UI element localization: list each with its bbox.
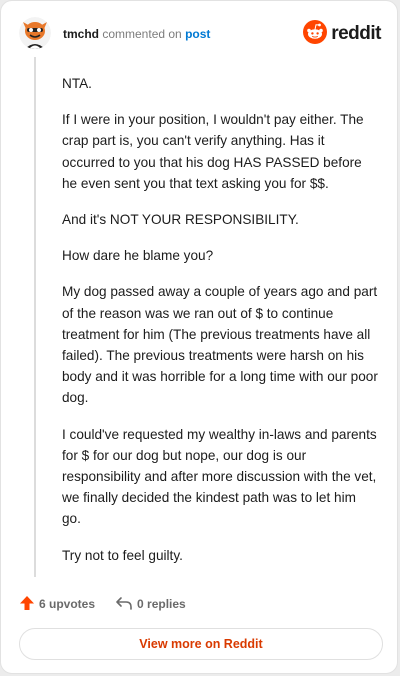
replies-button[interactable]: 0 replies	[115, 595, 186, 614]
comment-header: tmchd commented on post reddit	[19, 17, 381, 53]
comment-paragraph: How dare he blame you?	[62, 248, 214, 264]
comment-actions: 6 upvotes 0 replies	[19, 592, 186, 616]
comment-paragraph: And it's NOT YOUR RESPONSIBILITY.	[62, 212, 299, 228]
reddit-snoo-icon	[303, 19, 328, 49]
post-link[interactable]: post	[185, 27, 210, 41]
comment-paragraph: I could've requested my wealthy in-laws …	[62, 426, 377, 527]
upvotes-count: 6 upvotes	[39, 597, 96, 611]
view-more-button[interactable]: View more on Reddit	[19, 628, 383, 660]
arrow-up-icon	[19, 595, 35, 614]
upvote-button[interactable]: 6 upvotes	[19, 595, 95, 614]
replies-count: 0 replies	[137, 597, 186, 611]
comment-paragraph: My dog passed away a couple of years ago…	[62, 284, 378, 406]
reddit-wordmark: reddit	[331, 23, 381, 44]
comment-meta: tmchd commented on post	[63, 27, 210, 41]
comment-body: NTA. If I were in your position, I would…	[62, 73, 378, 581]
comment-paragraph: If I were in your position, I wouldn't p…	[62, 112, 364, 191]
comment-embed-card: tmchd commented on post reddit NTA. If I…	[0, 0, 398, 674]
username-link[interactable]: tmchd	[63, 27, 99, 41]
reply-arrow-icon	[115, 595, 133, 614]
thread-line	[34, 57, 36, 577]
commented-on-text: commented on	[102, 27, 182, 41]
comment-paragraph: NTA.	[62, 76, 92, 91]
user-avatar[interactable]	[19, 17, 51, 49]
reddit-brand[interactable]: reddit	[303, 19, 381, 49]
comment-paragraph: Try not to feel guilty.	[62, 547, 183, 563]
